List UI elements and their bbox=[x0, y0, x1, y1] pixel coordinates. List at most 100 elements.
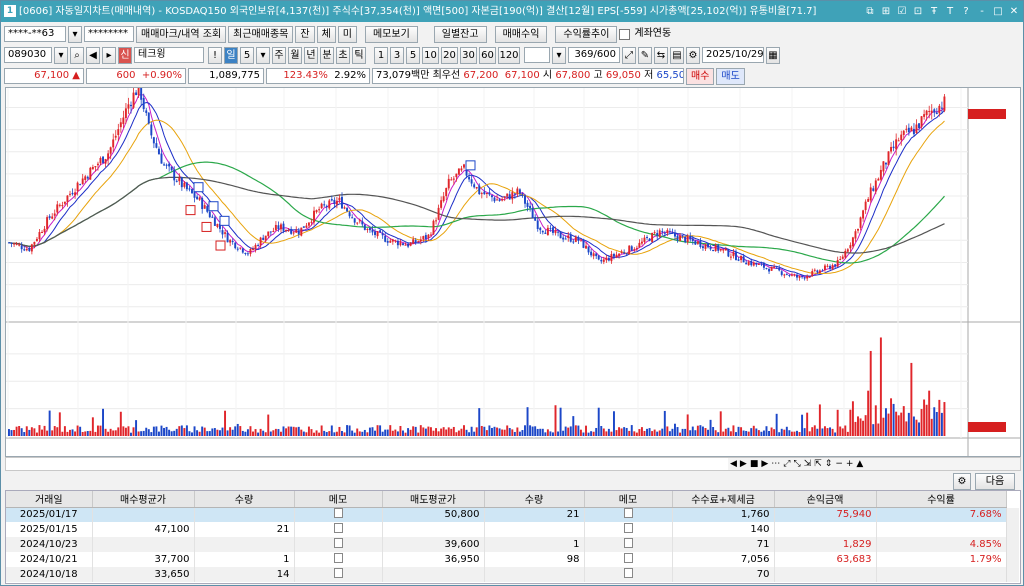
daily-balance-button[interactable]: 일별잔고 bbox=[433, 25, 487, 43]
search-icon[interactable]: ⌕ bbox=[70, 46, 84, 64]
prev-icon[interactable]: ▸ bbox=[102, 46, 116, 64]
period-multiplier-field[interactable]: 5 bbox=[240, 46, 254, 64]
shrink-icon[interactable]: ⤡ bbox=[793, 459, 800, 469]
memo-cell[interactable] bbox=[584, 537, 673, 552]
memo-cell[interactable] bbox=[584, 507, 673, 522]
layout-icon[interactable]: ⊞ bbox=[879, 1, 893, 22]
account-dropdown-icon[interactable]: ▾ bbox=[68, 25, 82, 43]
table-row[interactable]: 2024/10/21 37,700 1 36,950 98 7,056 63,683 1.79… bbox=[6, 552, 1007, 567]
table-row[interactable]: 2024/10/23 39,600 1 71 1,829 4.85% bbox=[6, 537, 1007, 552]
memo-icon[interactable] bbox=[333, 508, 343, 519]
memo-cell[interactable] bbox=[584, 522, 673, 537]
reset-icon[interactable]: ▲ bbox=[856, 459, 863, 469]
arrows-icon[interactable]: ⇕ bbox=[825, 459, 833, 469]
pin-icon[interactable]: Ŧ bbox=[927, 1, 941, 22]
check-icon[interactable]: ☑ bbox=[895, 1, 909, 22]
profit-trend-button[interactable]: 수익률추이 bbox=[555, 25, 618, 43]
close-icon[interactable]: ✕ bbox=[1007, 1, 1021, 22]
interval-20-button[interactable]: 20 bbox=[441, 46, 458, 64]
buy-button[interactable]: 매수 bbox=[686, 67, 715, 85]
interval-60-button[interactable]: 60 bbox=[479, 46, 496, 64]
executed-button[interactable]: 체 bbox=[316, 25, 336, 43]
table-row[interactable]: 2025/01/15 47,100 21 140 bbox=[6, 522, 1007, 537]
memo-cell[interactable] bbox=[294, 507, 383, 522]
code-dropdown-icon[interactable]: ▾ bbox=[54, 46, 68, 64]
account-select[interactable]: ****-**63 bbox=[4, 26, 66, 42]
balance-button[interactable]: 잔 bbox=[295, 25, 315, 43]
memo-cell[interactable] bbox=[294, 552, 383, 567]
memo-icon[interactable] bbox=[623, 508, 633, 519]
col-header-buy-qty[interactable]: 수량 bbox=[194, 491, 295, 508]
account-link-checkbox[interactable] bbox=[619, 28, 631, 40]
recent-trades-button[interactable]: 최근매매종목 bbox=[228, 25, 294, 43]
memo-icon[interactable] bbox=[623, 568, 633, 578]
interval-1-button[interactable]: 1 bbox=[374, 46, 388, 64]
grid-vertical-scrollbar[interactable] bbox=[1006, 508, 1019, 582]
memo-icon[interactable] bbox=[623, 553, 633, 563]
speaker-icon[interactable]: ◀ bbox=[86, 46, 100, 64]
save-icon[interactable]: ▤ bbox=[670, 46, 684, 64]
period-tick-button[interactable]: 틱 bbox=[352, 46, 366, 64]
link-icon[interactable]: ⧉ bbox=[863, 1, 877, 22]
price-chart-canvas[interactable] bbox=[6, 88, 1020, 456]
memo-cell[interactable] bbox=[584, 552, 673, 567]
help-icon[interactable]: ? bbox=[959, 1, 973, 22]
fit-icon[interactable]: ⇲ bbox=[804, 459, 812, 469]
move-icon[interactable]: ⇱ bbox=[814, 459, 822, 469]
col-header-buy-memo[interactable]: 메모 bbox=[294, 491, 383, 508]
col-header-fees[interactable]: 수수료+제세금 bbox=[672, 491, 775, 508]
interval-30-button[interactable]: 30 bbox=[460, 46, 477, 64]
period-minute-button[interactable]: 분 bbox=[320, 46, 334, 64]
tools-icon[interactable]: ✎ bbox=[638, 46, 652, 64]
stop-icon[interactable]: ■ bbox=[750, 459, 759, 469]
interval-10-button[interactable]: 10 bbox=[422, 46, 439, 64]
period-week-button[interactable]: 주 bbox=[272, 46, 286, 64]
period-second-button[interactable]: 초 bbox=[336, 46, 350, 64]
table-row[interactable]: 2025/01/17 50,800 21 1,760 75,940 7.68% bbox=[6, 507, 1007, 522]
col-header-sell-qty[interactable]: 수량 bbox=[484, 491, 585, 508]
minimize-icon[interactable]: - bbox=[975, 1, 989, 22]
zoom-out-icon[interactable]: − bbox=[835, 459, 843, 469]
text-icon[interactable]: T bbox=[943, 1, 957, 22]
custom-interval-field[interactable] bbox=[524, 47, 550, 63]
stock-code-input[interactable]: 089030 bbox=[4, 47, 52, 63]
scroll-left-icon[interactable]: ◀ bbox=[730, 459, 737, 469]
col-header-buy-avg[interactable]: 매수평균가 bbox=[92, 491, 195, 508]
col-header-return[interactable]: 수익률 bbox=[876, 491, 1007, 508]
chart-scrollbar[interactable]: ◀ ▶ ■ ▶ ⋯ ⤢ ⤡ ⇲ ⇱ ⇕ − + ▲ bbox=[5, 457, 1021, 471]
next-button[interactable]: 다음 bbox=[975, 473, 1015, 490]
col-header-sell-avg[interactable]: 매도평균가 bbox=[382, 491, 485, 508]
memo-cell[interactable] bbox=[294, 567, 383, 582]
col-header-sell-memo[interactable]: 메모 bbox=[584, 491, 673, 508]
password-field[interactable]: ******** bbox=[84, 26, 134, 42]
calendar-icon[interactable]: ▦ bbox=[766, 46, 780, 64]
interval-120-button[interactable]: 120 bbox=[498, 46, 520, 64]
memo-icon[interactable] bbox=[333, 538, 343, 548]
col-header-trade-date[interactable]: 거래일 bbox=[6, 491, 93, 508]
expand-icon[interactable]: ⤢ bbox=[783, 459, 790, 469]
col-header-pnl[interactable]: 손익금액 bbox=[774, 491, 877, 508]
play-icon[interactable]: ▶ bbox=[740, 459, 747, 469]
date-field[interactable]: 2025/10/29 bbox=[702, 47, 764, 63]
grid-settings-icon[interactable]: ⚙ bbox=[953, 473, 971, 490]
interval-5-button[interactable]: 5 bbox=[406, 46, 420, 64]
memo-cell[interactable] bbox=[584, 567, 673, 582]
memo-icon[interactable] bbox=[623, 523, 633, 533]
memo-icon[interactable] bbox=[333, 553, 343, 563]
memo-view-button[interactable]: 메모보기 bbox=[364, 25, 418, 43]
sell-button[interactable]: 매도 bbox=[716, 67, 745, 85]
table-row[interactable]: 2024/10/18 33,650 14 70 bbox=[6, 567, 1007, 582]
period-year-button[interactable]: 년 bbox=[304, 46, 318, 64]
stock-name-field[interactable]: 테크윙 bbox=[134, 47, 204, 63]
alert-button[interactable]: ! bbox=[208, 46, 222, 64]
price-chart-panel[interactable] bbox=[5, 87, 1021, 457]
zoom-icon[interactable]: ⤢ bbox=[622, 46, 636, 64]
zoom-in-icon[interactable]: + bbox=[846, 459, 854, 469]
period-day-button[interactable]: 일 bbox=[224, 46, 238, 64]
range-icon[interactable]: ⋯ bbox=[771, 459, 780, 469]
interval-3-button[interactable]: 3 bbox=[390, 46, 404, 64]
bar-count-field[interactable]: 369/600 bbox=[568, 47, 620, 63]
memo-icon[interactable] bbox=[333, 568, 343, 578]
screen-icon[interactable]: ⊡ bbox=[911, 1, 925, 22]
unexecuted-button[interactable]: 미 bbox=[337, 25, 357, 43]
